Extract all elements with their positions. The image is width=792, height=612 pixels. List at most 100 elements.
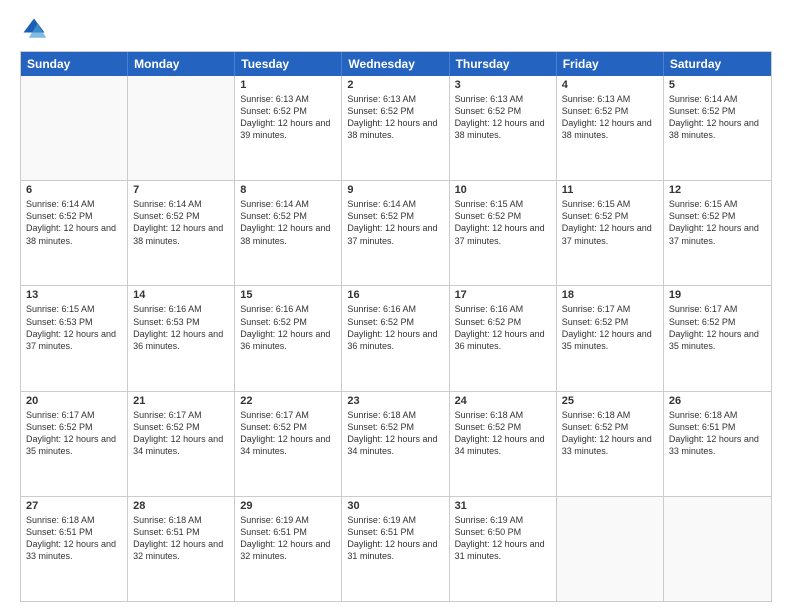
day-number: 18 (562, 289, 658, 301)
cell-info: Sunrise: 6:17 AM Sunset: 6:52 PM Dayligh… (562, 303, 658, 352)
day-number: 6 (26, 184, 122, 196)
day-number: 1 (240, 79, 336, 91)
day-number: 31 (455, 500, 551, 512)
calendar-cell: 2 Sunrise: 6:13 AM Sunset: 6:52 PM Daylig… (342, 76, 449, 180)
cell-info: Sunrise: 6:13 AM Sunset: 6:52 PM Dayligh… (347, 93, 443, 142)
cell-info: Sunrise: 6:18 AM Sunset: 6:52 PM Dayligh… (562, 409, 658, 458)
calendar-cell: 27 Sunrise: 6:18 AM Sunset: 6:51 PM Dayli… (21, 497, 128, 601)
day-number: 16 (347, 289, 443, 301)
day-number: 8 (240, 184, 336, 196)
calendar-cell: 20 Sunrise: 6:17 AM Sunset: 6:52 PM Dayli… (21, 392, 128, 496)
cell-info: Sunrise: 6:18 AM Sunset: 6:51 PM Dayligh… (26, 514, 122, 563)
day-number: 30 (347, 500, 443, 512)
day-number: 15 (240, 289, 336, 301)
calendar-row: 6 Sunrise: 6:14 AM Sunset: 6:52 PM Daylig… (21, 180, 771, 285)
calendar-cell (557, 497, 664, 601)
cell-info: Sunrise: 6:17 AM Sunset: 6:52 PM Dayligh… (669, 303, 766, 352)
cell-info: Sunrise: 6:14 AM Sunset: 6:52 PM Dayligh… (26, 198, 122, 247)
cell-info: Sunrise: 6:14 AM Sunset: 6:52 PM Dayligh… (240, 198, 336, 247)
weekday-header: Tuesday (235, 52, 342, 76)
cell-info: Sunrise: 6:18 AM Sunset: 6:52 PM Dayligh… (347, 409, 443, 458)
day-number: 28 (133, 500, 229, 512)
day-number: 2 (347, 79, 443, 91)
cell-info: Sunrise: 6:19 AM Sunset: 6:51 PM Dayligh… (240, 514, 336, 563)
calendar-cell: 21 Sunrise: 6:17 AM Sunset: 6:52 PM Dayli… (128, 392, 235, 496)
calendar-cell: 22 Sunrise: 6:17 AM Sunset: 6:52 PM Dayli… (235, 392, 342, 496)
cell-info: Sunrise: 6:14 AM Sunset: 6:52 PM Dayligh… (669, 93, 766, 142)
cell-info: Sunrise: 6:13 AM Sunset: 6:52 PM Dayligh… (455, 93, 551, 142)
calendar-cell: 28 Sunrise: 6:18 AM Sunset: 6:51 PM Dayli… (128, 497, 235, 601)
day-number: 23 (347, 395, 443, 407)
cell-info: Sunrise: 6:18 AM Sunset: 6:51 PM Dayligh… (133, 514, 229, 563)
cell-info: Sunrise: 6:18 AM Sunset: 6:51 PM Dayligh… (669, 409, 766, 458)
calendar-cell: 7 Sunrise: 6:14 AM Sunset: 6:52 PM Daylig… (128, 181, 235, 285)
day-number: 21 (133, 395, 229, 407)
cell-info: Sunrise: 6:17 AM Sunset: 6:52 PM Dayligh… (240, 409, 336, 458)
weekday-header: Thursday (450, 52, 557, 76)
day-number: 26 (669, 395, 766, 407)
weekday-header: Sunday (21, 52, 128, 76)
calendar-cell: 16Sunrise: 6:16 AM Sunset: 6:52 PM Dayli… (342, 286, 449, 390)
cell-info: Sunrise: 6:13 AM Sunset: 6:52 PM Dayligh… (562, 93, 658, 142)
day-number: 14 (133, 289, 229, 301)
calendar-cell: 26 Sunrise: 6:18 AM Sunset: 6:51 PM Dayli… (664, 392, 771, 496)
logo-icon (20, 15, 48, 43)
day-number: 29 (240, 500, 336, 512)
day-number: 25 (562, 395, 658, 407)
cell-info: Sunrise: 6:16 AM Sunset: 6:52 PM Dayligh… (240, 303, 336, 352)
cell-info: Sunrise: 6:17 AM Sunset: 6:52 PM Dayligh… (26, 409, 122, 458)
calendar-body: 1 Sunrise: 6:13 AM Sunset: 6:52 PM Daylig… (21, 76, 771, 601)
cell-info: Sunrise: 6:14 AM Sunset: 6:52 PM Dayligh… (347, 198, 443, 247)
day-number: 24 (455, 395, 551, 407)
cell-info: Sunrise: 6:19 AM Sunset: 6:51 PM Dayligh… (347, 514, 443, 563)
cell-info: Sunrise: 6:17 AM Sunset: 6:52 PM Dayligh… (133, 409, 229, 458)
calendar-cell: 15 Sunrise: 6:16 AM Sunset: 6:52 PM Dayli… (235, 286, 342, 390)
day-number: 5 (669, 79, 766, 91)
calendar-cell (664, 497, 771, 601)
day-number: 22 (240, 395, 336, 407)
cell-info: Sunrise: 6:15 AM Sunset: 6:53 PM Dayligh… (26, 303, 122, 352)
day-number: 9 (347, 184, 443, 196)
calendar-cell: 17Sunrise: 6:16 AM Sunset: 6:52 PM Dayli… (450, 286, 557, 390)
calendar-cell: 13Sunrise: 6:15 AM Sunset: 6:53 PM Dayli… (21, 286, 128, 390)
cell-info: Sunrise: 6:15 AM Sunset: 6:52 PM Dayligh… (562, 198, 658, 247)
calendar-cell: 3 Sunrise: 6:13 AM Sunset: 6:52 PM Daylig… (450, 76, 557, 180)
calendar-header: SundayMondayTuesdayWednesdayThursdayFrid… (21, 52, 771, 76)
weekday-header: Saturday (664, 52, 771, 76)
day-number: 11 (562, 184, 658, 196)
calendar-cell: 23 Sunrise: 6:18 AM Sunset: 6:52 PM Dayli… (342, 392, 449, 496)
cell-info: Sunrise: 6:16 AM Sunset: 6:53 PM Dayligh… (133, 303, 229, 352)
calendar-row: 13Sunrise: 6:15 AM Sunset: 6:53 PM Dayli… (21, 285, 771, 390)
day-number: 27 (26, 500, 122, 512)
calendar-cell: 6 Sunrise: 6:14 AM Sunset: 6:52 PM Daylig… (21, 181, 128, 285)
weekday-header: Monday (128, 52, 235, 76)
day-number: 19 (669, 289, 766, 301)
calendar-cell: 5 Sunrise: 6:14 AM Sunset: 6:52 PM Daylig… (664, 76, 771, 180)
calendar-row: 27 Sunrise: 6:18 AM Sunset: 6:51 PM Dayli… (21, 496, 771, 601)
cell-info: Sunrise: 6:15 AM Sunset: 6:52 PM Dayligh… (669, 198, 766, 247)
day-number: 20 (26, 395, 122, 407)
calendar-cell: 24 Sunrise: 6:18 AM Sunset: 6:52 PM Dayli… (450, 392, 557, 496)
cell-info: Sunrise: 6:14 AM Sunset: 6:52 PM Dayligh… (133, 198, 229, 247)
weekday-header: Wednesday (342, 52, 449, 76)
calendar: SundayMondayTuesdayWednesdayThursdayFrid… (20, 51, 772, 602)
header (20, 15, 772, 43)
calendar-cell: 1Sunrise: 6:13 AM Sunset: 6:52 PM Daylig… (235, 76, 342, 180)
day-number: 12 (669, 184, 766, 196)
calendar-cell: 11 Sunrise: 6:15 AM Sunset: 6:52 PM Dayli… (557, 181, 664, 285)
calendar-cell: 4Sunrise: 6:13 AM Sunset: 6:52 PM Daylig… (557, 76, 664, 180)
logo (20, 15, 52, 43)
calendar-cell: 8 Sunrise: 6:14 AM Sunset: 6:52 PM Daylig… (235, 181, 342, 285)
calendar-cell (128, 76, 235, 180)
calendar-row: 1 Sunrise: 6:13 AM Sunset: 6:52 PM Daylig… (21, 76, 771, 180)
day-number: 3 (455, 79, 551, 91)
cell-info: Sunrise: 6:19 AM Sunset: 6:50 PM Dayligh… (455, 514, 551, 563)
cell-info: Sunrise: 6:16 AM Sunset: 6:52 PM Dayligh… (455, 303, 551, 352)
calendar-cell: 19 Sunrise: 6:17 AM Sunset: 6:52 PM Dayli… (664, 286, 771, 390)
calendar-cell (21, 76, 128, 180)
calendar-cell: 31 Sunrise: 6:19 AM Sunset: 6:50 PM Dayli… (450, 497, 557, 601)
calendar-cell: 29 Sunrise: 6:19 AM Sunset: 6:51 PM Dayli… (235, 497, 342, 601)
cell-info: Sunrise: 6:18 AM Sunset: 6:52 PM Dayligh… (455, 409, 551, 458)
day-number: 7 (133, 184, 229, 196)
calendar-cell: 18 Sunrise: 6:17 AM Sunset: 6:52 PM Dayli… (557, 286, 664, 390)
